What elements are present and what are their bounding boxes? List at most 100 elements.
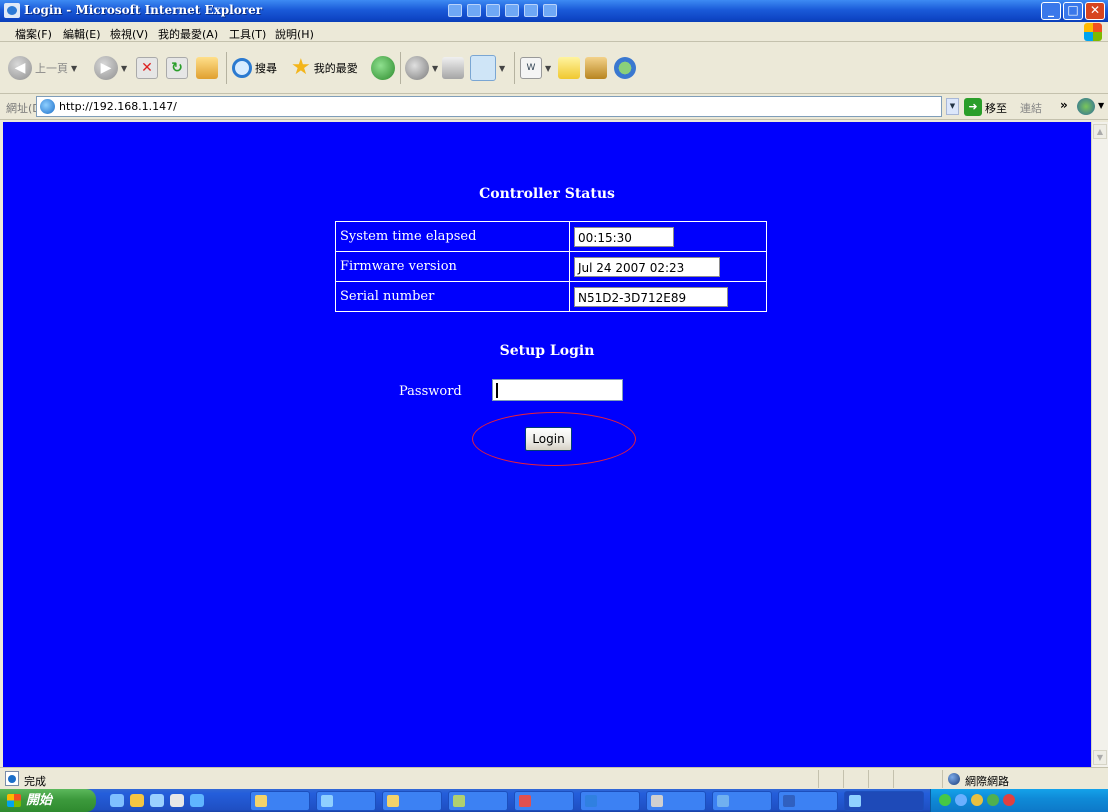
taskbar-task[interactable] (580, 791, 640, 811)
print-button[interactable] (442, 54, 464, 82)
status-divider (818, 770, 819, 788)
notes-button[interactable] (558, 54, 580, 82)
status-divider (868, 770, 869, 788)
back-button[interactable]: ◀ 上一頁 ▼ (8, 54, 77, 82)
status-divider (893, 770, 894, 788)
chevron-down-icon[interactable]: ▼ (1098, 101, 1104, 110)
taskbar-task[interactable] (778, 791, 838, 811)
status-label: Serial number (335, 281, 570, 312)
status-text: 完成 (24, 775, 46, 788)
back-label: 上一頁 (35, 62, 68, 75)
taskbar-task[interactable] (382, 791, 442, 811)
go-button[interactable]: 移至 (985, 100, 1007, 116)
quick-launch-icon[interactable] (150, 794, 164, 807)
taskbar-task[interactable] (448, 791, 508, 811)
chevron-down-icon: ▼ (499, 63, 506, 73)
messenger-button[interactable]: ▼ (470, 54, 505, 82)
page-icon (40, 99, 55, 114)
address-field[interactable] (36, 96, 942, 117)
status-label: Firmware version (335, 251, 570, 282)
taskbar-task[interactable] (316, 791, 376, 811)
home-icon (196, 57, 218, 79)
system-time-field: 00:15:30 (574, 226, 674, 247)
task-icon (453, 795, 465, 807)
password-input[interactable] (492, 379, 623, 401)
scroll-up-icon[interactable]: ▲ (1093, 124, 1107, 139)
research-button[interactable] (585, 54, 607, 82)
setup-login-heading: Setup Login (499, 343, 595, 359)
quick-launch-icon[interactable] (110, 794, 124, 807)
menu-edit[interactable]: 編輯(E) (63, 26, 101, 42)
controller-status-heading: Controller Status (479, 186, 615, 202)
vertical-scrollbar[interactable]: ▲ ▼ (1091, 122, 1108, 767)
address-bar: 網址(D) ▼ ➜ 移至 連結 » ▼ (0, 94, 1108, 120)
table-row: Firmware version Jul 24 2007 02:23 (335, 251, 767, 282)
quick-launch-icon[interactable] (190, 794, 204, 807)
minimize-button[interactable]: _ (1041, 2, 1061, 20)
search-label: 搜尋 (255, 62, 277, 75)
taskbar-task[interactable] (646, 791, 706, 811)
tray-icon[interactable] (987, 794, 999, 806)
quick-launch-icon[interactable] (130, 794, 144, 807)
tray-icon (543, 4, 557, 17)
task-icon (717, 795, 729, 807)
security-zone-label: 網際網路 (965, 775, 1009, 788)
menu-favorites[interactable]: 我的最愛(A) (158, 26, 218, 42)
research-icon (585, 57, 607, 79)
toolbar-separator (226, 52, 227, 84)
password-label: Password (399, 384, 462, 399)
extension-icon[interactable] (1077, 98, 1095, 115)
messenger-icon (470, 55, 496, 81)
tray-icon[interactable] (1003, 794, 1015, 806)
table-row: Serial number N51D2-3D712E89 (335, 281, 767, 312)
status-table: System time elapsed 00:15:30 Firmware ve… (335, 221, 767, 312)
menu-view[interactable]: 檢視(V) (110, 26, 148, 42)
menu-help[interactable]: 說明(H) (275, 26, 314, 42)
taskbar-task[interactable] (712, 791, 772, 811)
history-button[interactable] (371, 54, 395, 82)
tray-icon[interactable] (955, 794, 967, 806)
mail-button[interactable]: ▼ (405, 54, 438, 82)
address-input[interactable] (59, 99, 919, 114)
scroll-down-icon[interactable]: ▼ (1093, 750, 1107, 765)
home-button[interactable] (196, 54, 218, 82)
close-button[interactable]: ✕ (1085, 2, 1105, 20)
internet-explorer-icon (4, 3, 20, 18)
users-icon (614, 57, 636, 79)
title-bar[interactable]: Login - Microsoft Internet Explorer _ □ … (0, 0, 1108, 22)
go-arrow-icon[interactable]: ➜ (964, 98, 982, 116)
stop-button[interactable]: ✕ (136, 54, 158, 82)
taskbar-task[interactable] (250, 791, 310, 811)
chevron-down-icon: ▼ (121, 63, 128, 73)
links-button[interactable]: 連結 (1020, 100, 1042, 116)
search-button[interactable]: 搜尋 (232, 54, 277, 82)
word-button[interactable]: W ▼ (520, 54, 551, 82)
login-button[interactable]: Login (525, 427, 572, 451)
tray-icon (486, 4, 500, 17)
refresh-icon: ↻ (166, 57, 188, 79)
forward-button[interactable]: ▶ ▼ (94, 54, 127, 82)
start-button[interactable]: 開始 (0, 789, 96, 812)
tray-icon[interactable] (939, 794, 951, 806)
maximize-button[interactable]: □ (1063, 2, 1083, 20)
chevron-down-icon: ▼ (545, 63, 552, 73)
firmware-version-field: Jul 24 2007 02:23 (574, 256, 720, 277)
search-icon (232, 58, 252, 78)
menu-tools[interactable]: 工具(T) (229, 26, 266, 42)
history-icon (371, 56, 395, 80)
task-icon (519, 795, 531, 807)
chevron-down-icon[interactable]: ▼ (946, 98, 959, 115)
internet-zone-icon (948, 773, 960, 785)
quick-launch-icon[interactable] (170, 794, 184, 807)
favorites-button[interactable]: ★ 我的最愛 (291, 54, 358, 82)
taskbar-task[interactable] (514, 791, 574, 811)
chevron-right-icon[interactable]: » (1060, 98, 1068, 112)
menu-file[interactable]: 檔案(F) (15, 26, 52, 42)
window-title: Login - Microsoft Internet Explorer (24, 3, 263, 17)
page-content: Controller Status System time elapsed 00… (3, 122, 1091, 767)
taskbar-task-active[interactable] (844, 791, 924, 811)
contacts-button[interactable] (614, 54, 636, 82)
refresh-button[interactable]: ↻ (166, 54, 188, 82)
tray-icon[interactable] (971, 794, 983, 806)
system-tray (930, 789, 1108, 812)
